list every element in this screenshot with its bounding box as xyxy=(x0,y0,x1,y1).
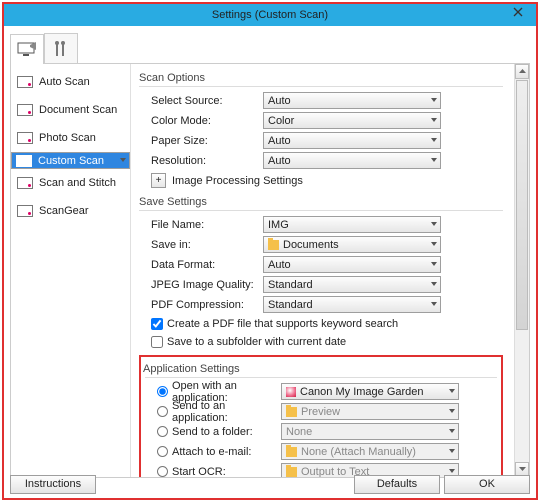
send-to-app-dropdown[interactable]: Preview xyxy=(281,403,459,420)
send-to-folder-radio[interactable] xyxy=(157,426,168,437)
file-name-dropdown[interactable]: IMG xyxy=(263,216,441,233)
doc-icon xyxy=(16,155,32,167)
folder-icon xyxy=(286,447,297,457)
send-to-app-radio[interactable] xyxy=(157,406,168,417)
titlebar: Settings (Custom Scan) xyxy=(4,4,536,26)
sidebar-item-photo-scan[interactable]: Photo Scan xyxy=(11,124,130,152)
app-icon xyxy=(286,387,296,397)
send-to-folder-dropdown[interactable]: None xyxy=(281,423,459,440)
select-source-label: Select Source: xyxy=(139,95,263,107)
image-processing-label: Image Processing Settings xyxy=(172,175,303,187)
sidebar-label: ScanGear xyxy=(39,205,89,217)
scan-options-title: Scan Options xyxy=(139,72,503,84)
doc-icon xyxy=(17,177,33,189)
pdf-keyword-checkbox[interactable] xyxy=(151,318,163,330)
sidebar-item-auto-scan[interactable]: Auto Scan xyxy=(11,68,130,96)
save-settings-title: Save Settings xyxy=(139,196,503,208)
doc-icon xyxy=(17,132,33,144)
sidebar-label: Photo Scan xyxy=(39,132,96,144)
open-with-app-radio[interactable] xyxy=(157,386,168,397)
resolution-label: Resolution: xyxy=(139,155,263,167)
jpeg-quality-dropdown[interactable]: Standard xyxy=(263,276,441,293)
close-icon xyxy=(513,7,523,17)
sidebar-item-scan-and-stitch[interactable]: Scan and Stitch xyxy=(11,169,130,197)
top-tabs xyxy=(10,32,530,64)
save-in-label: Save in: xyxy=(139,239,263,251)
send-to-folder-label: Send to a folder: xyxy=(172,426,253,438)
jpeg-quality-label: JPEG Image Quality: xyxy=(139,279,263,291)
folder-icon xyxy=(286,407,297,417)
sidebar-label: Document Scan xyxy=(39,104,117,116)
paper-size-label: Paper Size: xyxy=(139,135,263,147)
bottom-buttons: Instructions Defaults OK xyxy=(10,475,530,494)
tab-scan-from-computer[interactable] xyxy=(10,34,44,64)
sidebar-label: Custom Scan xyxy=(38,155,104,167)
doc-icon xyxy=(17,205,33,217)
color-mode-dropdown[interactable]: Color xyxy=(263,112,441,129)
defaults-button[interactable]: Defaults xyxy=(354,475,440,494)
sidebar-item-document-scan[interactable]: Document Scan xyxy=(11,96,130,124)
pdf-compression-label: PDF Compression: xyxy=(139,299,263,311)
expand-image-processing[interactable]: + xyxy=(151,173,166,188)
pdf-compression-dropdown[interactable]: Standard xyxy=(263,296,441,313)
app-settings-title: Application Settings xyxy=(143,363,497,375)
open-with-app-dropdown[interactable]: Canon My Image Garden xyxy=(281,383,459,400)
send-to-app-label: Send to an application: xyxy=(172,400,281,424)
subfolder-label: Save to a subfolder with current date xyxy=(167,336,346,348)
sidebar: Auto Scan Document Scan Photo Scan Custo… xyxy=(11,64,131,477)
main-panel: Scan Options Select Source:Auto Color Mo… xyxy=(131,64,529,477)
paper-size-dropdown[interactable]: Auto xyxy=(263,132,441,149)
data-format-dropdown[interactable]: Auto xyxy=(263,256,441,273)
ok-button[interactable]: OK xyxy=(444,475,530,494)
file-name-label: File Name: xyxy=(139,219,263,231)
chevron-down-icon xyxy=(519,467,526,472)
attach-email-radio[interactable] xyxy=(157,446,168,457)
application-settings-group: Application Settings Open with an applic… xyxy=(139,355,503,477)
tab-general-settings[interactable] xyxy=(44,33,78,63)
subfolder-checkbox[interactable] xyxy=(151,336,163,348)
attach-email-label: Attach to e-mail: xyxy=(172,446,251,458)
window-title: Settings (Custom Scan) xyxy=(212,9,328,21)
sidebar-label: Auto Scan xyxy=(39,76,90,88)
sidebar-label: Scan and Stitch xyxy=(39,177,116,189)
select-source-dropdown[interactable]: Auto xyxy=(263,92,441,109)
pdf-keyword-label: Create a PDF file that supports keyword … xyxy=(167,318,398,330)
sidebar-item-custom-scan[interactable]: Custom Scan xyxy=(11,152,130,169)
chevron-up-icon xyxy=(519,69,526,74)
tools-icon xyxy=(53,40,69,58)
resolution-dropdown[interactable]: Auto xyxy=(263,152,441,169)
scroll-thumb[interactable] xyxy=(516,80,528,330)
save-in-dropdown[interactable]: Documents xyxy=(263,236,441,253)
folder-icon xyxy=(268,240,279,250)
scroll-up[interactable] xyxy=(515,64,529,79)
doc-icon xyxy=(17,104,33,116)
attach-email-dropdown[interactable]: None (Attach Manually) xyxy=(281,443,459,460)
data-format-label: Data Format: xyxy=(139,259,263,271)
monitor-icon xyxy=(17,42,37,58)
scrollbar[interactable] xyxy=(514,64,529,477)
close-button[interactable] xyxy=(502,6,534,20)
instructions-button[interactable]: Instructions xyxy=(10,475,96,494)
color-mode-label: Color Mode: xyxy=(139,115,263,127)
sidebar-item-scangear[interactable]: ScanGear xyxy=(11,197,130,225)
doc-icon xyxy=(17,76,33,88)
